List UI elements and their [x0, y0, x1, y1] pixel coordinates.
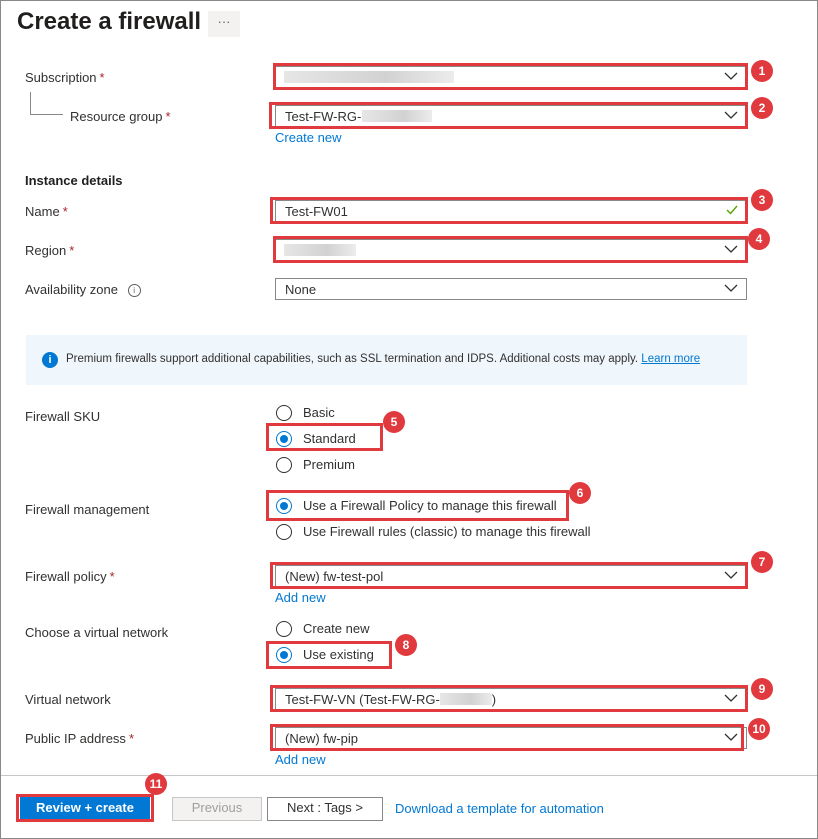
- public-ip-label: Public IP address *: [25, 731, 134, 746]
- chevron-down-icon: [724, 284, 738, 292]
- add-new-pip-link[interactable]: Add new: [275, 752, 326, 767]
- subscription-label-text: Subscription: [25, 70, 97, 85]
- resource-group-label-text: Resource group: [70, 109, 163, 124]
- callout-badge-9: 9: [751, 678, 773, 700]
- public-ip-label-text: Public IP address: [25, 731, 126, 746]
- required-marker: *: [69, 243, 75, 258]
- name-label: Name *: [25, 204, 68, 219]
- callout-badge-6: 6: [569, 482, 591, 504]
- learn-more-link[interactable]: Learn more: [641, 353, 700, 365]
- availability-zone-dropdown[interactable]: None: [275, 278, 747, 300]
- name-label-text: Name: [25, 204, 60, 219]
- callout-badge-8: 8: [395, 634, 417, 656]
- required-marker: *: [62, 204, 68, 219]
- radio-button[interactable]: [276, 457, 292, 473]
- required-marker: *: [128, 731, 134, 746]
- callout-box-4: [273, 236, 748, 263]
- callout-badge-5: 5: [383, 411, 405, 433]
- premium-info-bar: i Premium firewalls support additional c…: [26, 335, 747, 385]
- callout-box-7: [270, 562, 748, 589]
- add-new-policy-link[interactable]: Add new: [275, 590, 326, 605]
- firewall-sku-label: Firewall SKU: [25, 409, 101, 424]
- callout-badge-11: 11: [145, 773, 167, 795]
- callout-badge-7: 7: [751, 551, 773, 573]
- availability-zone-label-text: Availability zone: [25, 282, 118, 297]
- region-label: Region *: [25, 243, 74, 258]
- required-marker: *: [165, 109, 171, 124]
- instance-details-heading: Instance details: [25, 173, 123, 188]
- firewall-policy-label-text: Firewall policy: [25, 569, 107, 584]
- info-icon[interactable]: i: [127, 284, 141, 297]
- callout-badge-10: 10: [748, 718, 770, 740]
- tree-connector: [30, 92, 63, 115]
- next-tags-button[interactable]: Next : Tags >: [267, 797, 383, 821]
- callout-box-9: [270, 685, 748, 712]
- subscription-label: Subscription *: [25, 70, 105, 85]
- info-text: Premium firewalls support additional cap…: [66, 353, 700, 365]
- callout-box-1: [273, 63, 748, 90]
- radio-label: Create new: [303, 621, 370, 636]
- download-template-link[interactable]: Download a template for automation: [395, 801, 604, 816]
- page-title: Create a firewall: [17, 8, 202, 35]
- previous-button[interactable]: Previous: [172, 797, 262, 821]
- required-marker: *: [99, 70, 105, 85]
- availability-zone-value: None: [285, 282, 317, 297]
- callout-box-5: [266, 423, 383, 451]
- radio-button[interactable]: [276, 621, 292, 637]
- radio-label: Use Firewall rules (classic) to manage t…: [303, 524, 591, 539]
- callout-badge-2: 2: [751, 97, 773, 119]
- radio-button[interactable]: [276, 524, 292, 540]
- callout-box-3: [270, 197, 748, 224]
- required-marker: *: [109, 569, 115, 584]
- create-new-rg-link[interactable]: Create new: [275, 130, 341, 145]
- callout-box-10: [270, 724, 744, 751]
- region-label-text: Region: [25, 243, 67, 258]
- callout-badge-4: 4: [748, 228, 770, 250]
- callout-badge-1: 1: [751, 60, 773, 82]
- callout-box-2: [269, 102, 748, 129]
- radio-button[interactable]: [276, 405, 292, 421]
- callout-box-11: [16, 794, 154, 822]
- resource-group-label: Resource group *: [70, 109, 171, 124]
- more-options-button[interactable]: ···: [208, 11, 240, 37]
- info-icon: i: [42, 352, 58, 368]
- availability-zone-label: Availability zone i: [25, 282, 141, 297]
- firewall-policy-label: Firewall policy *: [25, 569, 115, 584]
- callout-box-6: [266, 490, 569, 521]
- radio-label: Premium: [303, 457, 356, 472]
- footer-divider: [1, 775, 817, 776]
- callout-badge-3: 3: [751, 189, 773, 211]
- radio-label: Basic: [303, 405, 335, 420]
- firewall-management-label: Firewall management: [25, 502, 150, 517]
- choose-vnet-label: Choose a virtual network: [25, 625, 169, 640]
- info-message: Premium firewalls support additional cap…: [66, 353, 639, 365]
- callout-box-8: [266, 641, 392, 669]
- virtual-network-label: Virtual network: [25, 692, 111, 707]
